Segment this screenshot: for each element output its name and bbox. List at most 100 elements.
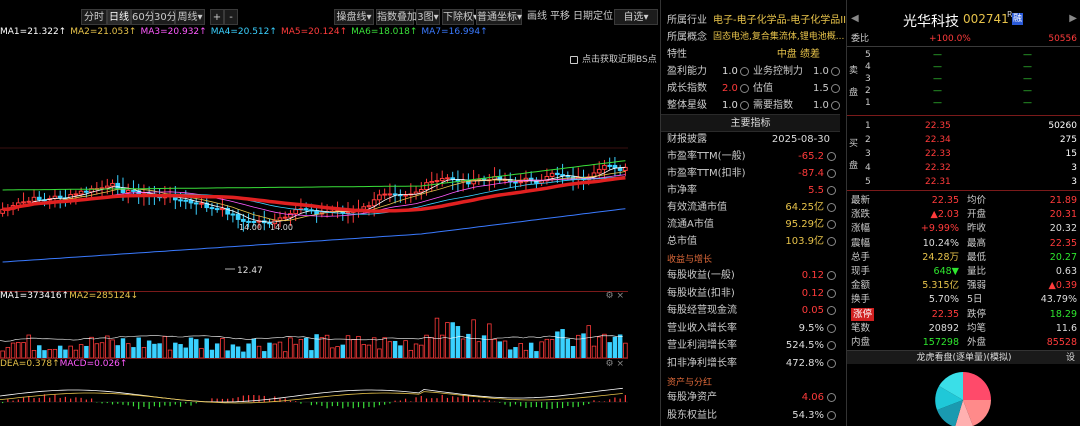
candle-body[interactable] (36, 196, 42, 201)
candle-body[interactable] (220, 207, 225, 211)
candle-body[interactable] (377, 194, 382, 201)
candle-body[interactable] (513, 181, 518, 184)
date-locate-button[interactable]: 日期定位 (573, 9, 613, 25)
ask-level-row[interactable]: 1 — — (847, 98, 1080, 109)
candle-body[interactable] (178, 199, 183, 202)
candle-body[interactable] (366, 205, 372, 208)
help-icon[interactable] (827, 271, 836, 280)
candle-body[interactable] (26, 200, 32, 203)
candle-body[interactable] (84, 190, 89, 193)
tool-operation-line[interactable]: 操盘线▾ (334, 9, 374, 25)
help-icon[interactable] (827, 152, 836, 161)
period-tab-intraday[interactable]: 分时 (81, 9, 107, 25)
candle-body[interactable] (235, 213, 241, 220)
candle-body[interactable] (293, 209, 299, 215)
help-icon[interactable] (827, 186, 836, 195)
candle-body[interactable] (282, 216, 288, 219)
prev-stock-icon[interactable]: ◀ (851, 13, 859, 24)
pan-button[interactable]: 平移 (550, 9, 570, 25)
help-icon[interactable] (827, 323, 836, 333)
candle-body[interactable] (424, 182, 429, 191)
ask-level-row[interactable]: 4 — — (847, 62, 1080, 73)
kline-chart-panel[interactable]: 分时 日线 60分 30分 周线▾ + - 操盘线▾ 指数叠加▾ 3图▾ 下除权… (0, 0, 657, 426)
tool-exright[interactable]: 下除权▾ (442, 9, 478, 25)
zoom-out-button[interactable]: - (224, 9, 238, 25)
candle-body[interactable] (549, 172, 555, 177)
help-icon[interactable] (827, 288, 836, 298)
candle-body[interactable] (230, 213, 236, 216)
bid-level-row[interactable]: 2 22.34 275 (847, 135, 1080, 146)
candle-body[interactable] (104, 185, 110, 189)
candle-body[interactable] (345, 211, 351, 214)
candle-body[interactable] (607, 164, 613, 167)
bid-level-row[interactable]: 3 22.33 15 (847, 149, 1080, 160)
zoom-in-button[interactable]: + (210, 9, 224, 25)
candle-body[interactable] (193, 202, 199, 205)
help-icon[interactable] (827, 306, 836, 315)
candle-body[interactable] (403, 194, 408, 197)
help-icon[interactable] (827, 237, 836, 246)
ask-level-row[interactable]: 2 — — (847, 86, 1080, 97)
candle-body[interactable] (57, 195, 63, 199)
candle-body[interactable] (617, 167, 623, 171)
ask-level-row[interactable]: 5 — — (847, 50, 1080, 61)
candle-body[interactable] (241, 218, 246, 222)
help-icon[interactable] (827, 341, 836, 350)
draw-line-button[interactable]: 画线 (527, 9, 547, 25)
candle-body[interactable] (392, 193, 398, 196)
close-icon[interactable]: × (616, 359, 624, 369)
candle-body[interactable] (73, 193, 79, 196)
industry-value[interactable]: 电子-电子化学品-电子化学品II (713, 12, 846, 29)
bid-level-row[interactable]: 1 22.35 50260 (847, 121, 1080, 132)
bs-point-hint[interactable]: 点击获取近期BS点 (570, 52, 657, 65)
candle-body[interactable] (78, 190, 84, 195)
close-icon[interactable]: × (616, 291, 624, 301)
candle-body[interactable] (131, 189, 136, 192)
help-icon[interactable] (827, 358, 836, 368)
candle-body[interactable] (183, 199, 189, 202)
tool-three-charts[interactable]: 3图▾ (416, 9, 440, 25)
period-tab-daily[interactable]: 日线 (107, 9, 131, 25)
help-icon[interactable] (831, 67, 840, 76)
candle-body[interactable] (612, 164, 618, 169)
help-icon[interactable] (827, 203, 836, 212)
help-icon[interactable] (740, 101, 749, 110)
next-stock-icon[interactable]: ▶ (1069, 13, 1077, 24)
watchlist-dropdown[interactable]: 自选▾ (614, 9, 658, 25)
help-icon[interactable] (831, 101, 840, 110)
help-icon[interactable] (740, 67, 749, 76)
period-tab-30min[interactable]: 30分 (153, 9, 177, 25)
concept-value[interactable]: 固态电池,复合集流体,锂电池概... (713, 29, 844, 46)
dragon-settings-button[interactable]: 设 (1066, 351, 1075, 365)
candle-body[interactable] (560, 174, 565, 177)
volume-chart[interactable] (0, 304, 628, 358)
settings-icon[interactable]: ⚙ (606, 291, 614, 301)
candle-body[interactable] (110, 182, 115, 187)
period-tab-60min[interactable]: 60分 (131, 9, 155, 25)
candle-body[interactable] (361, 206, 367, 210)
candle-body[interactable] (596, 168, 602, 174)
candle-body[interactable] (21, 201, 26, 204)
candlestick-chart[interactable]: 12.47 14.00 14.00 (0, 40, 628, 292)
tool-index-overlay[interactable]: 指数叠加▾ (376, 9, 422, 25)
candle-body[interactable] (418, 189, 424, 193)
candle-body[interactable] (214, 208, 220, 211)
candle-body[interactable] (387, 193, 393, 196)
help-icon[interactable] (827, 393, 836, 402)
period-dropdown-weekly[interactable]: 周线▾ (175, 9, 205, 25)
macd-chart[interactable] (0, 372, 628, 426)
help-icon[interactable] (827, 410, 836, 420)
candle-body[interactable] (209, 207, 215, 210)
candle-body[interactable] (623, 166, 628, 171)
candle-body[interactable] (199, 202, 204, 205)
candle-body[interactable] (371, 199, 377, 207)
candle-body[interactable] (555, 172, 560, 176)
candle-body[interactable] (434, 180, 440, 183)
candle-body[interactable] (445, 177, 450, 180)
candle-body[interactable] (429, 180, 435, 184)
settings-icon[interactable]: ⚙ (606, 359, 614, 369)
macd-pane-controls[interactable]: ⚙ × (606, 359, 625, 369)
help-icon[interactable] (831, 84, 840, 93)
volume-pane-controls[interactable]: ⚙ × (606, 291, 625, 301)
help-icon[interactable] (827, 169, 836, 178)
